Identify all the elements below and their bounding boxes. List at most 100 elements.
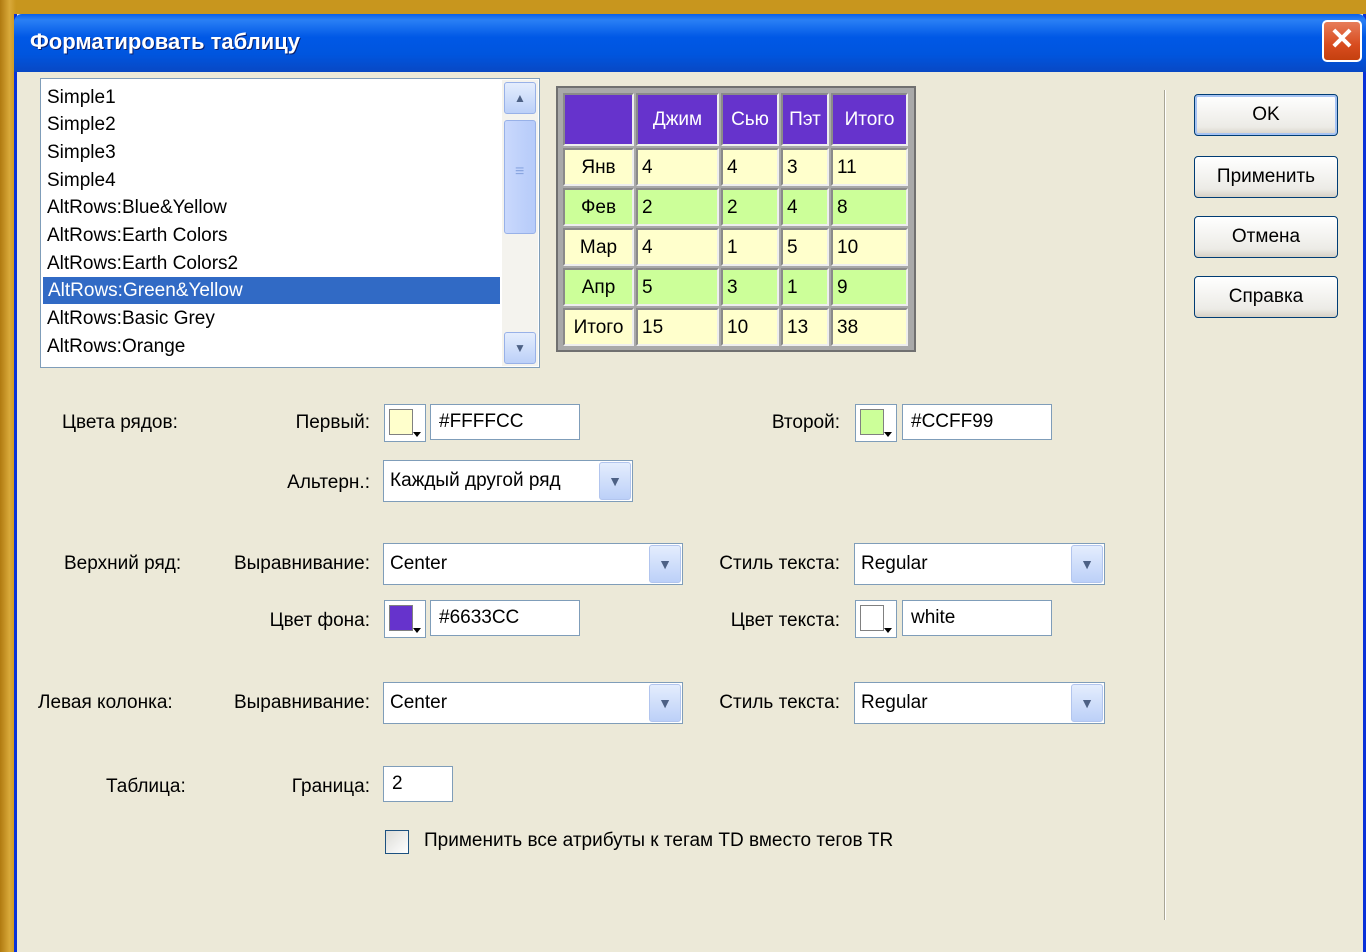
alternate-dropdown[interactable]: Каждый другой ряд ▼	[383, 460, 633, 502]
bg-color-picker[interactable]	[384, 600, 426, 638]
td-attributes-checkbox[interactable]	[385, 830, 409, 854]
first-color-picker[interactable]	[384, 404, 426, 442]
preview-cell: Янв	[563, 148, 634, 186]
bg-color-label: Цвет фона:	[269, 610, 370, 631]
dropdown-arrow-icon	[413, 628, 421, 633]
chevron-up-icon: ▲	[514, 91, 526, 105]
list-item[interactable]: AltRows:Green&Yellow	[43, 277, 500, 304]
preview-cell: 1	[721, 228, 779, 266]
help-button[interactable]: Справка	[1194, 276, 1338, 318]
preview-cell: 2	[636, 188, 719, 226]
left-col-text-style-label: Стиль текста:	[719, 692, 840, 713]
chevron-down-icon: ▼	[1071, 684, 1103, 722]
preview-cell: 38	[831, 308, 908, 346]
preview-header-cell: Итого	[831, 93, 908, 146]
left-col-text-style-value: Regular	[861, 692, 928, 713]
list-item[interactable]: AltRows:Blue&Yellow	[47, 194, 227, 221]
border-field[interactable]: 2	[383, 766, 453, 802]
preview-cell: 1	[781, 268, 829, 306]
ok-button[interactable]: OK	[1194, 94, 1338, 136]
top-row-text-style-label: Стиль текста:	[719, 553, 840, 574]
preview-cell: 3	[721, 268, 779, 306]
preview-cell: Апр	[563, 268, 634, 306]
alternate-label: Альтерн.:	[287, 472, 370, 493]
color-swatch	[389, 409, 413, 435]
border-label: Граница:	[291, 776, 370, 797]
preview-cell: Фев	[563, 188, 634, 226]
list-item[interactable]: Simple4	[47, 167, 116, 194]
left-col-text-style-dropdown[interactable]: Regular ▼	[854, 682, 1105, 724]
color-swatch	[860, 605, 884, 631]
top-row-align-dropdown[interactable]: Center ▼	[383, 543, 683, 585]
text-color-label: Цвет текста:	[730, 610, 840, 631]
list-item[interactable]: AltRows:Orange	[47, 333, 185, 360]
text-color-field[interactable]: white	[902, 600, 1052, 636]
vertical-divider	[1164, 90, 1166, 920]
table-label: Таблица:	[106, 776, 186, 797]
preview-cell: 4	[721, 148, 779, 186]
grip-icon: ≡	[515, 163, 525, 180]
top-row-text-style-dropdown[interactable]: Regular ▼	[854, 543, 1105, 585]
top-row-label: Верхний ряд:	[64, 553, 182, 574]
list-item[interactable]: Simple1	[47, 84, 116, 111]
chevron-down-icon: ▼	[514, 341, 526, 355]
left-col-align-label: Выравнивание:	[233, 692, 370, 713]
preview-header-cell	[563, 93, 634, 146]
preview-cell: 4	[636, 148, 719, 186]
apply-button[interactable]: Применить	[1194, 156, 1338, 198]
preview-cell: Мар	[563, 228, 634, 266]
preview-cell: Итого	[563, 308, 634, 346]
preview-header-cell: Сью	[721, 93, 779, 146]
top-row-align-value: Center	[390, 553, 448, 574]
first-color-label: Первый:	[295, 412, 370, 433]
top-row-align-label: Выравнивание:	[233, 553, 370, 574]
preview-cell: 3	[781, 148, 829, 186]
top-row-text-style-value: Regular	[861, 553, 928, 574]
chevron-down-icon: ▼	[1071, 545, 1103, 583]
list-item[interactable]: AltRows:Earth Colors2	[47, 250, 238, 277]
preview-cell: 5	[636, 268, 719, 306]
preview-cell: 13	[781, 308, 829, 346]
preview-cell: 11	[831, 148, 908, 186]
preview-cell: 5	[781, 228, 829, 266]
td-attributes-label[interactable]: Применить все атрибуты к тегам TD вместо…	[424, 830, 893, 852]
text-color-picker[interactable]	[855, 600, 897, 638]
preview-cell: 4	[636, 228, 719, 266]
row-colors-label: Цвета рядов:	[62, 412, 178, 433]
scroll-thumb[interactable]: ≡	[504, 120, 536, 234]
bg-color-field[interactable]: #6633CC	[430, 600, 580, 636]
preview-cell: 2	[721, 188, 779, 226]
list-item[interactable]: AltRows:Earth Colors	[47, 222, 228, 249]
second-color-picker[interactable]	[855, 404, 897, 442]
chevron-down-icon: ▼	[649, 545, 681, 583]
left-col-align-dropdown[interactable]: Center ▼	[383, 682, 683, 724]
list-item[interactable]: AltRows:Basic Grey	[47, 305, 215, 332]
cancel-button[interactable]: Отмена	[1194, 216, 1338, 258]
chevron-down-icon: ▼	[649, 684, 681, 722]
list-item[interactable]: Simple2	[47, 111, 116, 138]
scroll-up-button[interactable]: ▲	[504, 82, 536, 114]
scroll-down-button[interactable]: ▼	[504, 332, 536, 364]
preview-header-cell: Пэт	[781, 93, 829, 146]
preview-cell: 15	[636, 308, 719, 346]
close-icon: ✕	[1329, 23, 1355, 56]
list-item[interactable]: Simple3	[47, 139, 116, 166]
preview-cell: 10	[721, 308, 779, 346]
left-column-label: Левая колонка:	[38, 692, 173, 713]
alternate-value: Каждый другой ряд	[390, 470, 561, 491]
preview-cell: 8	[831, 188, 908, 226]
preview-cell: 4	[781, 188, 829, 226]
close-button[interactable]: ✕	[1322, 20, 1362, 62]
second-color-label: Второй:	[771, 412, 840, 433]
dropdown-arrow-icon	[884, 628, 892, 633]
preview-header-cell: Джим	[636, 93, 719, 146]
dropdown-arrow-icon	[413, 432, 421, 437]
color-swatch	[860, 409, 884, 435]
dialog-title: Форматировать таблицу	[30, 29, 300, 54]
preview-cell: 9	[831, 268, 908, 306]
first-color-field[interactable]: #FFFFCC	[430, 404, 580, 440]
second-color-field[interactable]: #CCFF99	[902, 404, 1052, 440]
dropdown-arrow-icon	[884, 432, 892, 437]
left-col-align-value: Center	[390, 692, 448, 713]
color-swatch	[389, 605, 413, 631]
